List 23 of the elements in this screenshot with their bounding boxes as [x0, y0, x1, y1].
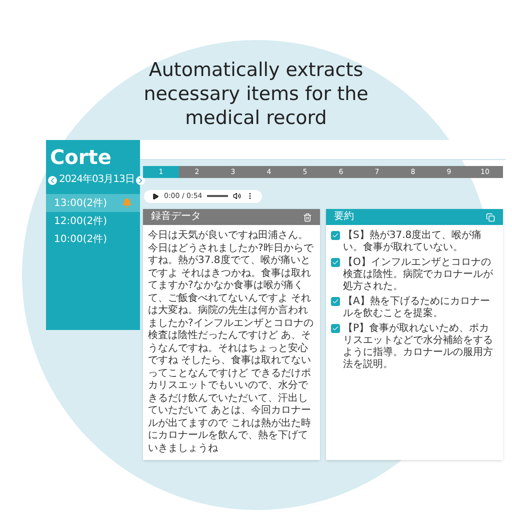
audio-progress-track[interactable] — [207, 195, 228, 198]
previous-day-icon[interactable] — [48, 176, 57, 184]
logo: Corte — [49, 144, 112, 170]
copy-icon[interactable] — [486, 212, 495, 222]
headline: Automatically extracts necessary items for the medical record — [144, 58, 368, 130]
summary-item-text: 【P】食事が取れないため、ポカリスエットなどで水分補給をするように指導。カロナールの服用方法を説明。 — [343, 323, 494, 371]
checkbox[interactable] — [331, 231, 340, 240]
checkbox[interactable] — [331, 297, 340, 306]
trash-icon[interactable] — [303, 212, 312, 222]
time-slot-item[interactable]: 12:00(2件) — [46, 212, 140, 230]
summary-item-text: 【O】インフルエンザとコロナの検査は陰性。病院でカロナールが処方された。 — [343, 257, 494, 293]
transcript-text: 今日は天気が良いですね田浦さん。今日はどうされましたか?昨日からですね。熱が37.8度でて、喉が痛いとですよ それはきつかね。食事は取れてますか?なかなか食事は喉が痛くて、ご飯食べれてないんですよ それは大変ね。病院の先生は何か言われましたか?インフルエンザとコロナの検査は陰性だったんですけど あ、そうなんですね。それはちょっと安心ですね そしたら、食事は取れてないってことなんですけど できるだけポカリスエットでもいいので、水分できるだけ飲んでいただいて、汗出していただいて あとは、今回カロナールが出てますので これは熱が出た時にカロナールを飲んで、熱を下げていきましょうね — [147, 228, 314, 456]
summary-item-text: 【A】熱を下げるためにカロナールを飲むことを提案。 — [343, 296, 491, 320]
transcript-header: 録音データ — [143, 209, 320, 225]
play-icon[interactable] — [152, 192, 159, 200]
time-slot-item[interactable]: 13:00(2件) — [46, 194, 140, 212]
time-slot-item[interactable]: 10:00(2件) — [46, 230, 140, 248]
checkbox[interactable] — [331, 324, 340, 333]
summary-item-text: 【S】熱が37.8度出て、喉が痛い。食事が取れていない。 — [343, 230, 483, 254]
checkbox[interactable] — [331, 258, 340, 267]
volume-icon[interactable] — [233, 192, 241, 200]
date-label: 2024年03月13日 — [59, 174, 134, 186]
summary-header: 要約 — [326, 209, 503, 225]
